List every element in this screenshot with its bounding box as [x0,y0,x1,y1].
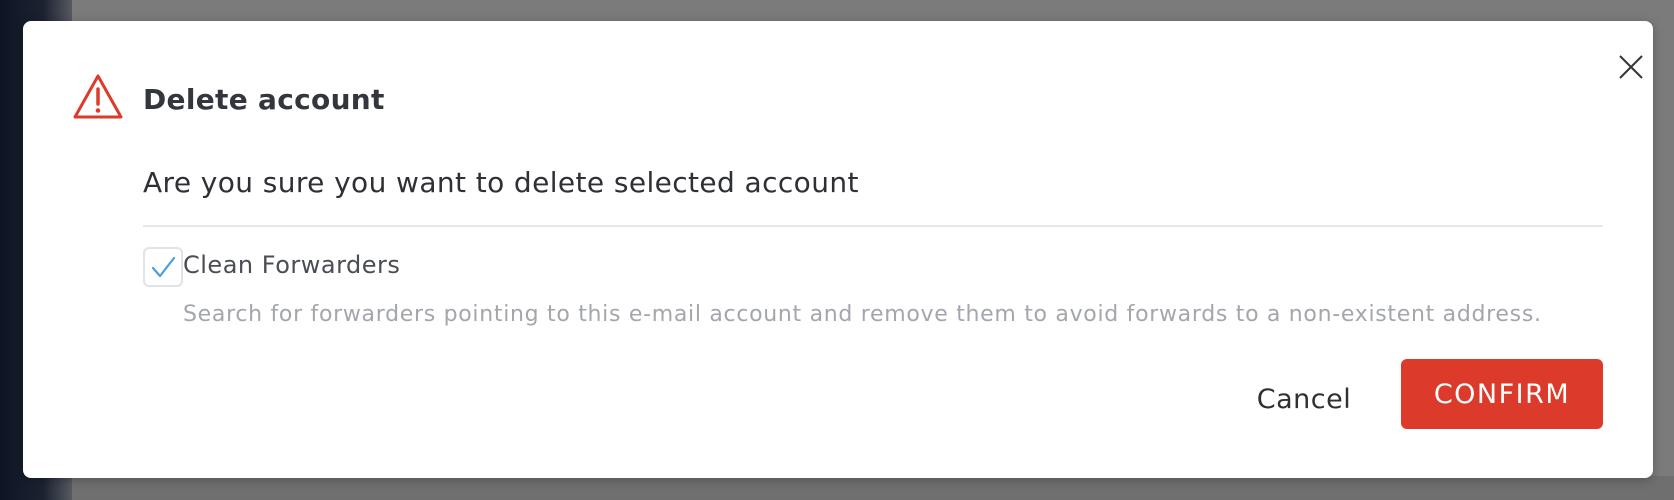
close-icon [1619,55,1643,79]
confirm-button[interactable]: CONFIRM [1401,359,1603,429]
dialog-title: Delete account [143,83,385,116]
clean-forwarders-description: Search for forwarders pointing to this e… [183,302,1542,327]
clean-forwarders-label[interactable]: Clean Forwarders [183,251,400,279]
close-button[interactable] [1611,47,1651,87]
backdrop-page [72,476,1674,500]
cancel-button[interactable]: Cancel [1239,373,1369,425]
confirmation-message: Are you sure you want to delete selected… [143,166,859,199]
delete-account-dialog: Delete account Are you sure you want to … [23,21,1653,478]
clean-forwarders-checkbox[interactable] [143,247,183,287]
checkmark-icon [151,256,176,278]
warning-triangle-icon [73,74,123,119]
divider [143,225,1603,227]
